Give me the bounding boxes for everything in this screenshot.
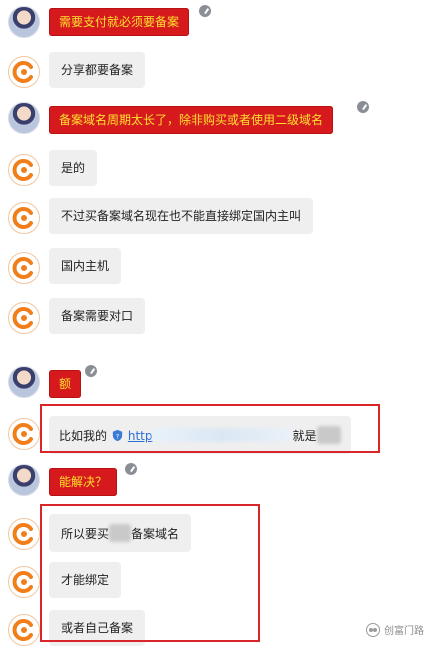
message-text: 备案域名周期太长了，除非购买或者使用二级域名 [59, 113, 324, 127]
bot-logo-icon [12, 571, 33, 593]
bot-avatar[interactable] [8, 418, 40, 450]
bot-logo-icon [12, 159, 33, 181]
bot-avatar[interactable] [8, 202, 40, 234]
verified-badge-icon [124, 462, 138, 476]
message-text: 国内主机 [61, 259, 110, 273]
message-text: 额 [59, 377, 72, 391]
bot-logo-icon [12, 523, 33, 545]
bot-avatar[interactable] [8, 302, 40, 334]
verified-badge-icon [84, 364, 98, 378]
highlight-box [40, 404, 380, 453]
message-text: 是的 [61, 161, 86, 175]
wechat-icon [366, 622, 380, 637]
verified-badge-icon [198, 4, 212, 18]
user-avatar[interactable] [8, 6, 40, 38]
bot-logo-icon [12, 307, 33, 329]
bot-message-bubble: 不过买备案域名现在也不能直接绑定国内主叫 [49, 198, 314, 234]
user-message-bubble: 需要支付就必须要备案 [49, 8, 190, 36]
user-message-bubble: 能解决？ [49, 468, 118, 496]
message-text: 需要支付就必须要备案 [59, 15, 180, 29]
bot-logo-icon [12, 257, 33, 279]
user-avatar[interactable] [8, 464, 40, 496]
message-text: 备案需要对口 [61, 309, 134, 323]
message-text: 能解决？ [59, 475, 108, 489]
bot-avatar[interactable] [8, 614, 40, 646]
user-avatar[interactable] [8, 102, 40, 134]
bot-avatar[interactable] [8, 518, 40, 550]
bot-message-bubble: 是的 [49, 150, 98, 186]
bot-avatar[interactable] [8, 56, 40, 88]
bot-logo-icon [12, 619, 33, 641]
bot-message-bubble: 备案需要对口 [49, 298, 146, 334]
watermark: 创富门路 [366, 622, 424, 637]
watermark-text: 创富门路 [384, 626, 424, 637]
bot-logo-icon [12, 207, 33, 229]
verified-badge-icon [356, 100, 370, 114]
user-message-bubble: 备案域名周期太长了，除非购买或者使用二级域名 [49, 106, 334, 134]
bot-avatar[interactable] [8, 252, 40, 284]
user-avatar[interactable] [8, 366, 40, 398]
bot-logo-icon [12, 423, 33, 445]
message-text: 分享都要备案 [61, 63, 134, 77]
bot-message-bubble: 分享都要备案 [49, 52, 146, 88]
bot-avatar[interactable] [8, 154, 40, 186]
message-text: 不过买备案域名现在也不能直接绑定国内主叫 [61, 209, 302, 223]
bot-message-bubble: 国内主机 [49, 248, 122, 284]
user-message-bubble: 额 [49, 370, 82, 398]
bot-logo-icon [12, 61, 33, 83]
highlight-box [40, 504, 260, 642]
bot-avatar[interactable] [8, 566, 40, 598]
